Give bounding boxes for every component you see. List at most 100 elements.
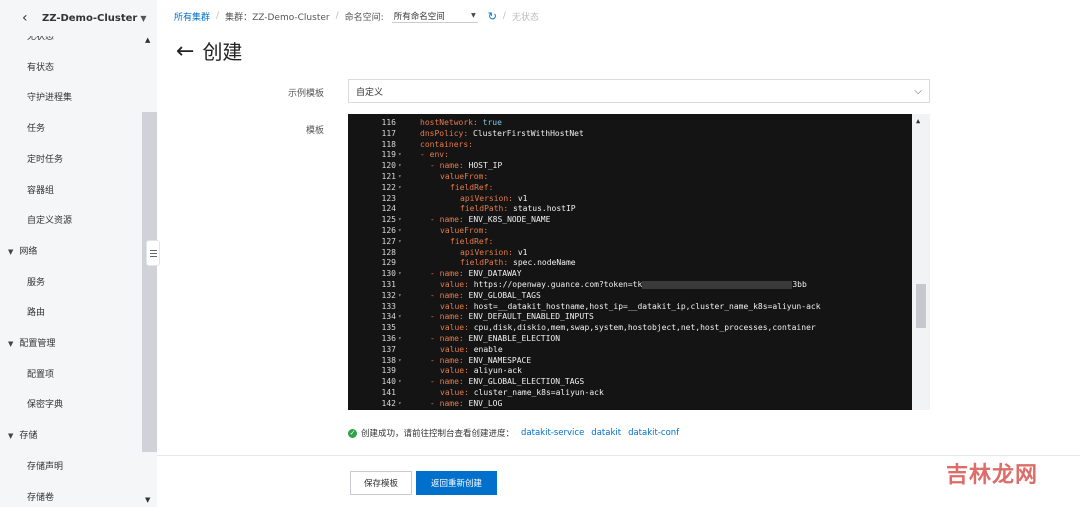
create-success-message: ✓ 创建成功，请前往控制台查看创建进度： datakit-service dat… [348,427,679,439]
yaml-key: - name: [430,312,464,322]
line-number: 142 [381,398,396,408]
editor-scrollbar[interactable]: ▲ [912,114,930,410]
breadcrumb-all-clusters[interactable]: 所有集群 [174,10,210,23]
yaml-value: ENV_DATAWAY [468,269,522,279]
fold-toggle-icon[interactable]: ▾ [398,312,402,323]
sidebar-group[interactable]: ▼ 配置管理 [8,337,55,351]
sidebar-item[interactable]: 有状态 [27,61,54,75]
code-text: valueFrom: [440,226,488,237]
sidebar-group[interactable]: ▼ 存储 [8,429,37,443]
line-number: 132 [381,290,396,300]
sidebar-item[interactable]: 容器组 [27,184,54,198]
back-arrow-icon[interactable]: ← [176,39,194,65]
sidebar-item[interactable]: 存储卷 [27,491,54,505]
code-text: value: https://openway.guance.com?token=… [440,280,807,291]
fold-toggle-icon[interactable]: ▾ [398,334,402,345]
breadcrumb: 所有集群 / 集群：ZZ-Demo-Cluster / 命名空间: 所有命名空间… [174,9,539,23]
fold-toggle-icon[interactable]: ▾ [398,237,402,248]
fold-toggle-icon[interactable]: ▾ [398,215,402,226]
yaml-key: valueFrom: [440,226,489,235]
yaml-value: ENV_GLOBAL_ELECTION_TAGS [468,377,585,387]
line-number: 140 [381,377,396,387]
sidebar-item[interactable]: 路由 [27,306,45,320]
sidebar-item-label: 定时任务 [27,154,64,165]
fold-toggle-icon[interactable]: ▾ [398,226,402,237]
sidebar-item[interactable]: 定时任务 [27,153,63,167]
fold-toggle-icon[interactable]: ▾ [398,291,402,302]
sidebar-item[interactable]: 自定义资源 [27,214,72,228]
caret-down-icon: ▼ [8,340,14,348]
sidebar-item-label: 服务 [27,277,46,288]
resource-link-datakit[interactable]: datakit [591,428,621,438]
fold-toggle-icon[interactable]: ▾ [398,399,402,410]
yaml-value: cpu,disk,diskio,mem,swap,system,hostobje… [473,323,816,333]
yaml-value: v1 [517,247,528,257]
yaml-key: value: [440,366,469,376]
yaml-code-editor[interactable]: 116 hostNetwork: true 117 dnsPolicy: Cluste… [348,114,930,410]
line-number: 119 [381,150,396,160]
line-number: 122 [381,182,396,192]
sidebar-item[interactable]: 存储声明 [27,460,63,474]
save-template-button[interactable]: 保存模板 [350,471,412,495]
resource-link-datakit-conf[interactable]: datakit-conf [628,428,679,438]
code-text: value: cluster_name_k8s=aliyun-ack [440,388,604,399]
yaml-key: - name: [430,161,464,171]
check-circle-icon: ✓ [348,428,357,438]
yaml-value: ENV_LOG [468,398,503,408]
code-text: - name: ENV_GLOBAL_TAGS [430,291,541,302]
sidebar-collapse-button[interactable] [146,240,160,266]
sidebar-item[interactable]: 守护进程集 [27,91,72,105]
fold-toggle-icon[interactable]: ▾ [398,356,402,367]
example-template-select[interactable]: 自定义 ⌵ [348,79,930,103]
yaml-key: - name: [430,334,464,343]
footer-divider [157,455,1080,456]
yaml-key: apiVersion: [460,193,513,203]
yaml-key: apiVersion: [460,247,513,257]
sidebar-item[interactable]: 配置项 [27,368,54,382]
sidebar-item-label: 存储声明 [27,461,64,472]
yaml-value: ENV_GLOBAL_TAGS [468,290,541,300]
fold-toggle-icon[interactable]: ▾ [398,172,402,183]
breadcrumb-separator: / [502,11,506,21]
back-recreate-button[interactable]: 返回重新创建 [416,471,497,495]
fold-toggle-icon[interactable]: ▾ [398,377,402,388]
editor-scrollbar-thumb[interactable] [916,284,926,328]
yaml-value: HOST_IP [468,161,503,171]
scroll-up-icon[interactable]: ▲ [916,117,920,125]
code-text: valueFrom: [440,172,488,183]
yaml-key: value: [440,280,469,289]
cluster-switcher[interactable]: ZZ-Demo-Cluster [42,13,137,24]
yaml-key: - env: [420,150,449,160]
code-text: - name: ENV_GLOBAL_ELECTION_TAGS [430,377,584,388]
sidebar-scrollbar-thumb[interactable] [142,112,157,452]
back-chevron-icon[interactable]: ‹ [22,10,36,26]
refresh-icon[interactable]: ↻ [488,10,497,23]
fold-toggle-icon[interactable]: ▾ [398,161,402,172]
resource-link-datakit-service[interactable]: datakit-service [521,428,584,438]
yaml-value: enable [473,344,503,354]
yaml-value-tail: 3bb [792,280,807,289]
sidebar-item[interactable]: 保密字典 [27,398,63,412]
line-number: 141 [381,388,396,397]
sidebar-item-label: 路由 [27,308,46,319]
line-number: 135 [381,323,396,333]
sidebar-item[interactable]: 服务 [27,276,45,290]
namespace-select[interactable]: 所有命名空间 ▼ [391,9,478,23]
fold-toggle-icon[interactable]: ▾ [398,150,402,161]
page-header: ← 创建 [176,39,242,65]
code-text: apiVersion: v1 [460,194,527,205]
scroll-up-icon[interactable]: ▲ [145,36,150,44]
code-text: - name: ENV_K8S_NODE_NAME [430,215,550,226]
code-text: value: host=__datakit_hostname,host_ip=_… [440,302,821,313]
yaml-key: fieldRef: [450,236,494,246]
scroll-down-icon[interactable]: ▼ [145,496,150,504]
line-number: 116 [381,118,396,127]
yaml-value: spec.nodeName [513,258,576,268]
fold-toggle-icon[interactable]: ▾ [398,269,402,280]
sidebar-group[interactable]: ▼ 网络 [8,245,37,259]
sidebar-item[interactable]: 任务 [27,122,45,136]
yaml-value: https://openway.guance.com?token=tk [473,280,643,289]
caret-down-icon[interactable]: ▼ [140,14,146,23]
fold-toggle-icon[interactable]: ▾ [398,183,402,194]
caret-down-icon: ▼ [8,247,14,256]
